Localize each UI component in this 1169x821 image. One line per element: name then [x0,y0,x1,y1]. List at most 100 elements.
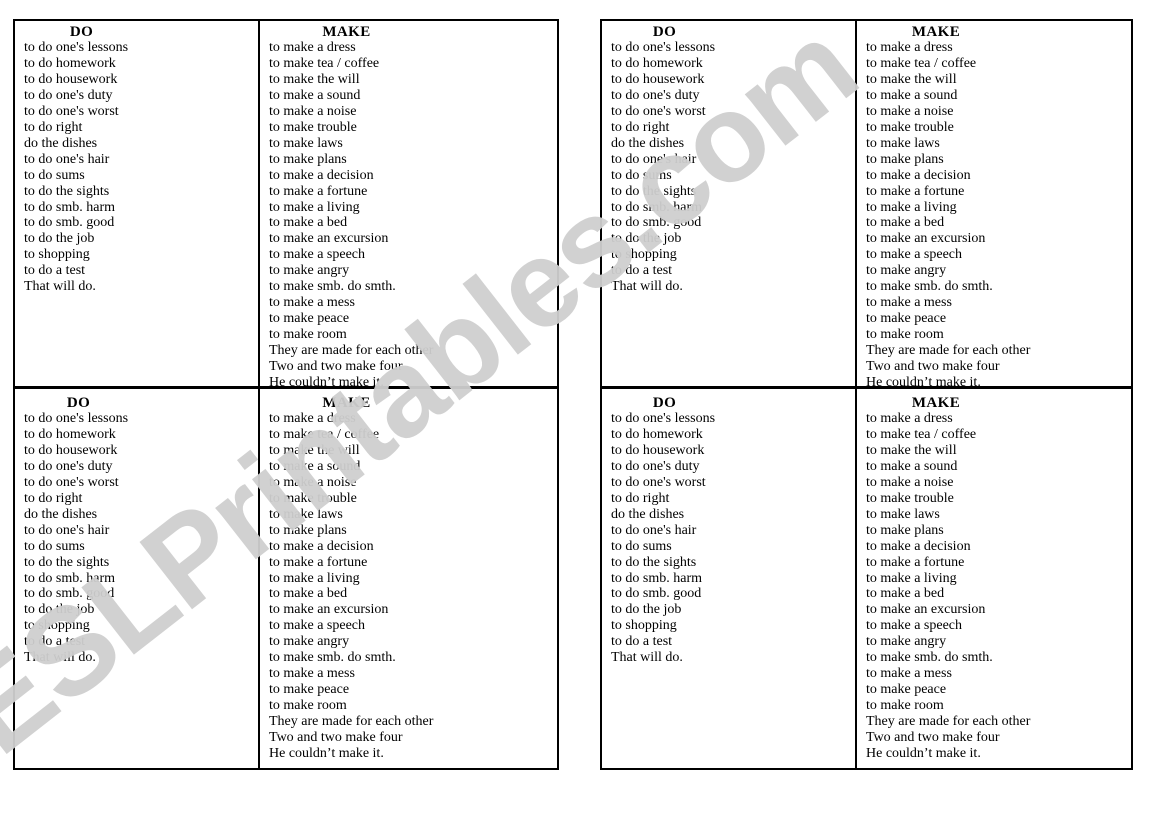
list-item: to do sums [24,538,85,554]
list-item: to make a bed [866,215,945,231]
list-item: to make a dress [866,411,953,426]
list-item: That will do. [24,279,96,295]
list-item: to do one's hair [611,522,697,538]
list-item: to shopping [24,618,90,634]
list-item: to do the sights [611,554,697,570]
list-item: to do a test [611,634,673,650]
list-item: to do housework [24,442,118,458]
list-item: to make room [866,698,944,714]
list-item: to do smb. good [611,215,702,231]
list-item: to make a decision [269,538,374,554]
list-item: to make the will [269,71,360,87]
list-item: to make a speech [269,618,366,634]
list-item: to make a mess [866,295,952,311]
make-column: MAKE to make a dress to make tea / coffee… [260,21,557,390]
list-item: to make peace [866,311,947,327]
list-item: do the dishes [611,506,685,522]
list-item: to make a sound [269,87,361,103]
worksheet-card-bottom-left: DO to do one's lessons to do homework to d… [13,387,559,770]
list-item: to make peace [269,682,350,698]
list-item: to make a living [269,199,360,215]
list-item: to do one's duty [24,87,113,103]
list-item: to do a test [24,634,86,650]
list-item: to make plans [866,522,944,538]
do-column: DO to do one's lessons to do homework to d… [15,21,260,386]
do-column-heading: DO [652,395,677,411]
list-item: to make plans [269,151,347,167]
do-column-heading: DO [652,24,677,40]
list-item: They are made for each other [866,714,1031,730]
do-items-list: to do one's lessons to do homework to do h… [602,411,855,666]
list-item: They are made for each other [269,714,434,730]
list-item: That will do. [611,650,683,666]
make-column-heading: MAKE [322,24,371,40]
worksheet-card-top-right: DO to do one's lessons to do homework to d… [600,19,1133,391]
list-item: to make an excursion [866,231,986,247]
list-item: to do sums [611,167,672,183]
list-item: to do housework [24,71,118,87]
list-item: He couldn’t make it. [269,746,384,762]
list-item: to make an excursion [269,602,389,618]
list-item: do the dishes [24,506,98,522]
list-item: to do smb. harm [611,570,702,586]
list-item: to make trouble [866,490,954,506]
list-item: to make the will [269,442,360,458]
list-item: to do the job [611,602,682,618]
list-item: to do one's worst [24,103,119,119]
list-item: to make plans [269,522,347,538]
list-item: to do sums [611,538,672,554]
list-item: to make tea / coffee [269,426,380,442]
list-item: to do smb. harm [24,570,115,586]
make-items-list: to make a dress to make tea / coffee to ma… [857,40,1131,391]
list-item: to make a speech [866,618,963,634]
list-item: to make a bed [866,586,945,602]
list-item: Two and two make four [866,730,1000,746]
list-item: to do homework [24,426,116,442]
list-item: to make a dress [866,40,953,55]
list-item: to do the sights [611,183,697,199]
list-item: to make smb. do smth. [269,279,396,295]
list-item: to do one's worst [24,474,119,490]
list-item: to make a sound [269,458,361,474]
list-item: to do a test [611,263,673,279]
list-item: to make a sound [866,87,958,103]
list-item: to make trouble [866,119,954,135]
list-item: to do the job [24,231,95,247]
list-item: to make a living [866,570,957,586]
list-item: Two and two make four [269,359,403,375]
do-items-list: to do one's lessons to do homework to do h… [15,411,258,666]
list-item: to make peace [269,311,350,327]
do-items-list: to do one's lessons to do homework to do h… [602,40,855,295]
list-item: to do sums [24,167,85,183]
list-item: to do one's hair [611,151,697,167]
list-item: to make angry [269,634,350,650]
list-item: He couldn’t make it. [866,746,981,762]
list-item: to make a bed [269,215,348,231]
list-item: That will do. [24,650,96,666]
list-item: to do one's hair [24,522,110,538]
list-item: to do right [24,119,83,135]
list-item: to make a noise [866,103,954,119]
list-item: to make angry [866,263,947,279]
list-item: to do one's duty [611,458,700,474]
do-column-heading: DO [66,395,91,411]
do-column: DO to do one's lessons to do homework to d… [602,21,857,386]
list-item: to do homework [611,426,703,442]
list-item: to do smb. good [24,215,115,231]
list-item: to make a speech [866,247,963,263]
list-item: to do one's lessons [611,411,716,426]
list-item: to make a dress [269,40,356,55]
list-item: to make room [866,327,944,343]
list-item: to make smb. do smth. [866,279,993,295]
list-item: to make an excursion [269,231,389,247]
list-item: to make room [269,698,347,714]
list-item: to make laws [269,506,343,522]
list-item: to make angry [269,263,350,279]
list-item: to make trouble [269,490,357,506]
list-item: to do one's lessons [24,411,129,426]
list-item: to make smb. do smth. [269,650,396,666]
list-item: to do one's hair [24,151,110,167]
list-item: to do housework [611,442,705,458]
list-item: to make a decision [269,167,374,183]
make-column: MAKE to make a dress to make tea / coffee… [260,389,557,768]
